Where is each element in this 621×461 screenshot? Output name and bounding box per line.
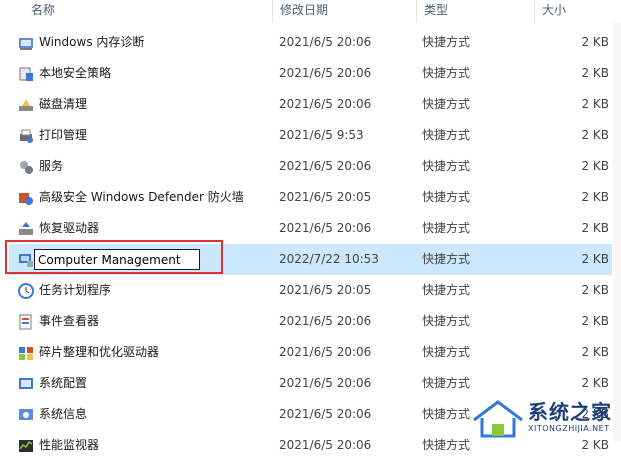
file-name: 系统信息 (39, 407, 88, 421)
file-size: 2 KB (581, 190, 609, 204)
file-type: 快捷方式 (422, 190, 471, 204)
file-name: 打印管理 (39, 128, 88, 142)
recovery-drive-icon (18, 221, 34, 237)
firewall-icon (18, 190, 34, 206)
file-name: 任务计划程序 (39, 283, 112, 297)
file-date: 2021/6/5 20:05 (279, 190, 372, 204)
file-date: 2021/6/5 20:06 (279, 376, 372, 390)
rename-input[interactable] (34, 249, 200, 270)
file-name: Windows 内存诊断 (39, 35, 145, 49)
file-date: 2022/7/22 10:53 (279, 252, 379, 266)
file-date: 2021/6/5 20:06 (279, 314, 372, 328)
file-type: 快捷方式 (422, 252, 471, 266)
file-type: 快捷方式 (422, 66, 471, 80)
defrag-icon (18, 345, 34, 361)
file-date: 2021/6/5 9:53 (279, 128, 364, 142)
file-type: 快捷方式 (422, 345, 471, 359)
file-name: 恢复驱动器 (39, 221, 100, 235)
file-row[interactable]: Windows 内存诊断 2021/6/5 20:06 快捷方式 2 KB (9, 27, 612, 58)
system-config-icon (18, 376, 34, 392)
column-header: 名称 修改日期 类型 大小 (0, 0, 621, 22)
file-row[interactable]: 本地安全策略 2021/6/5 20:06 快捷方式 2 KB (9, 58, 612, 89)
services-icon (18, 159, 34, 175)
file-date: 2021/6/5 20:06 (279, 221, 372, 235)
file-date: 2021/6/5 20:06 (279, 35, 372, 49)
file-name: 服务 (39, 159, 64, 173)
file-type: 快捷方式 (422, 159, 471, 173)
disk-cleanup-icon (18, 97, 34, 113)
event-viewer-icon (18, 314, 34, 330)
file-date: 2021/6/5 20:06 (279, 438, 372, 452)
file-row[interactable]: 磁盘清理 2021/6/5 20:06 快捷方式 2 KB (9, 89, 612, 120)
column-header-size[interactable]: 大小 (535, 0, 613, 22)
file-type: 快捷方式 (422, 97, 471, 111)
file-date: 2021/6/5 20:06 (279, 66, 372, 80)
file-size: 2 KB (581, 97, 609, 111)
memory-diagnostic-icon (18, 35, 34, 51)
file-size: 2 KB (581, 314, 609, 328)
column-header-type[interactable]: 类型 (417, 0, 534, 22)
file-row[interactable]: 碎片整理和优化驱动器 2021/6/5 20:06 快捷方式 2 KB (9, 337, 612, 368)
watermark-logo: 系统之家 XITONGZHIJIA.NET (470, 390, 621, 442)
file-row[interactable]: 打印管理 2021/6/5 9:53 快捷方式 2 KB (9, 120, 612, 151)
file-name: 系统配置 (39, 376, 88, 390)
file-date: 2021/6/5 20:06 (279, 97, 372, 111)
watermark-text: 系统之家 (528, 400, 612, 424)
file-row[interactable]: 任务计划程序 2021/6/5 20:05 快捷方式 2 KB (9, 275, 612, 306)
file-name: 事件查看器 (39, 314, 100, 328)
file-size: 2 KB (581, 128, 609, 142)
file-row[interactable]: 高级安全 Windows Defender 防火墙 2021/6/5 20:05 快… (9, 182, 612, 213)
file-size: 2 KB (581, 345, 609, 359)
file-row[interactable]: 2022/7/22 10:53 快捷方式 2 KB (9, 244, 612, 275)
performance-monitor-icon (18, 438, 34, 454)
file-type: 快捷方式 (422, 221, 471, 235)
watermark-subtext: XITONGZHIJIA.NET (528, 424, 610, 433)
file-row[interactable]: 服务 2021/6/5 20:06 快捷方式 2 KB (9, 151, 612, 182)
file-type: 快捷方式 (422, 314, 471, 328)
security-policy-icon (18, 66, 34, 82)
watermark-house-icon (473, 400, 523, 438)
file-type: 快捷方式 (422, 128, 471, 142)
file-date: 2021/6/5 20:06 (279, 345, 372, 359)
column-header-name[interactable]: 名称 (24, 0, 272, 22)
file-name: 性能监视器 (39, 438, 100, 452)
file-size: 2 KB (581, 283, 609, 297)
print-management-icon (18, 128, 34, 144)
file-size: 2 KB (581, 35, 609, 49)
file-date: 2021/6/5 20:06 (279, 407, 372, 421)
file-size: 2 KB (581, 221, 609, 235)
task-scheduler-icon (18, 283, 34, 299)
file-row[interactable]: 事件查看器 2021/6/5 20:06 快捷方式 2 KB (9, 306, 612, 337)
file-size: 2 KB (581, 66, 609, 80)
file-row[interactable]: 恢复驱动器 2021/6/5 20:06 快捷方式 2 KB (9, 213, 612, 244)
system-info-icon (18, 407, 34, 423)
file-name: 磁盘清理 (39, 97, 88, 111)
column-header-date[interactable]: 修改日期 (273, 0, 416, 22)
file-date: 2021/6/5 20:05 (279, 283, 372, 297)
file-date: 2021/6/5 20:06 (279, 159, 372, 173)
file-size: 2 KB (581, 159, 609, 173)
computer-management-icon (18, 252, 34, 268)
file-name: 高级安全 Windows Defender 防火墙 (39, 190, 244, 204)
file-type: 快捷方式 (422, 35, 471, 49)
file-name: 本地安全策略 (39, 66, 112, 80)
file-type: 快捷方式 (422, 283, 471, 297)
file-size: 2 KB (581, 252, 609, 266)
vertical-scrollbar[interactable] (613, 22, 621, 442)
file-name: 碎片整理和优化驱动器 (39, 345, 160, 359)
